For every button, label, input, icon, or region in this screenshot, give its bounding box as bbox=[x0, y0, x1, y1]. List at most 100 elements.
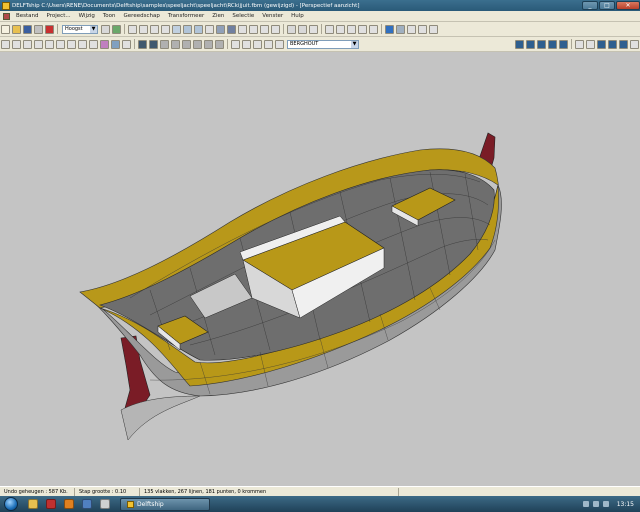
layer-icon[interactable] bbox=[216, 24, 225, 34]
perspective-viewport[interactable] bbox=[0, 52, 640, 486]
shade-icon[interactable] bbox=[385, 24, 394, 34]
normals-icon[interactable] bbox=[100, 39, 109, 49]
layer-delete-icon[interactable] bbox=[253, 39, 262, 49]
boat-view-5-icon[interactable] bbox=[182, 39, 191, 49]
hull-icon[interactable] bbox=[227, 24, 236, 34]
curvature-icon[interactable] bbox=[260, 24, 269, 34]
fit-icon[interactable] bbox=[619, 39, 628, 49]
check-icon[interactable] bbox=[112, 24, 121, 34]
stations-icon[interactable] bbox=[23, 39, 32, 49]
profile-view-icon[interactable] bbox=[336, 24, 345, 34]
clock[interactable]: 13:15 bbox=[617, 501, 634, 508]
menu-selectie[interactable]: Selectie bbox=[228, 13, 258, 19]
volume-icon[interactable] bbox=[602, 501, 609, 507]
media-icon[interactable] bbox=[82, 499, 92, 509]
tray-arrow-icon[interactable] bbox=[582, 501, 589, 507]
menu-project[interactable]: Project... bbox=[43, 13, 75, 19]
view-boat-b-icon[interactable] bbox=[526, 39, 535, 49]
boat-view-6-icon[interactable] bbox=[193, 39, 202, 49]
layer-color-icon[interactable] bbox=[275, 39, 284, 49]
plan-view-icon[interactable] bbox=[347, 24, 356, 34]
collapse-icon[interactable] bbox=[161, 24, 170, 34]
close-button[interactable]: ✕ bbox=[616, 0, 640, 10]
menu-gereedschap[interactable]: Gereedschap bbox=[120, 13, 164, 19]
layer-new-icon[interactable] bbox=[242, 39, 251, 49]
extrude-icon[interactable] bbox=[172, 24, 181, 34]
body-plan-icon[interactable] bbox=[325, 24, 334, 34]
document-icon[interactable] bbox=[3, 12, 10, 20]
view-boat-e-icon[interactable] bbox=[559, 39, 568, 49]
zoom-icon[interactable] bbox=[597, 39, 606, 49]
layer-select[interactable]: BERGHOUT ▼ bbox=[287, 39, 359, 49]
explorer-icon[interactable] bbox=[28, 499, 38, 509]
view-boat-c-icon[interactable] bbox=[537, 39, 546, 49]
move-icon[interactable] bbox=[575, 39, 584, 49]
filter-icon[interactable] bbox=[101, 24, 110, 34]
taskbar-app-delftship[interactable]: Delftship bbox=[120, 497, 210, 511]
boat-view-4-icon[interactable] bbox=[171, 39, 180, 49]
new-icon[interactable] bbox=[1, 24, 10, 34]
boat-view-7-icon[interactable] bbox=[204, 39, 213, 49]
hydrostatics-icon[interactable] bbox=[122, 39, 131, 49]
separator bbox=[134, 39, 135, 49]
menu-zien[interactable]: Zien bbox=[208, 13, 228, 19]
layer-props-icon[interactable] bbox=[264, 39, 273, 49]
curvature-plot-icon[interactable] bbox=[78, 39, 87, 49]
pan-icon[interactable] bbox=[608, 39, 617, 49]
shade-gauss-icon[interactable] bbox=[396, 24, 405, 34]
delete-icon[interactable] bbox=[309, 24, 318, 34]
layer-select-icon[interactable] bbox=[231, 39, 240, 49]
network-icon[interactable] bbox=[592, 501, 599, 507]
start-button[interactable] bbox=[4, 497, 18, 511]
perspective-view-icon[interactable] bbox=[358, 24, 367, 34]
mirror-icon[interactable] bbox=[205, 24, 214, 34]
intersect-icon[interactable] bbox=[238, 24, 247, 34]
import-icon[interactable] bbox=[34, 24, 43, 34]
control-net-icon[interactable] bbox=[1, 39, 10, 49]
check-model-icon[interactable] bbox=[271, 24, 280, 34]
menu-toon[interactable]: Toon bbox=[99, 13, 120, 19]
interior-edges-icon[interactable] bbox=[12, 39, 21, 49]
boat-view-2-icon[interactable] bbox=[149, 39, 158, 49]
menu-hulp[interactable]: Hulp bbox=[287, 13, 308, 19]
boat-view-1-icon[interactable] bbox=[138, 39, 147, 49]
minimize-button[interactable]: _ bbox=[582, 0, 598, 10]
open-icon[interactable] bbox=[12, 24, 21, 34]
view-boat-a-icon[interactable] bbox=[515, 39, 524, 49]
grid-toggle-icon[interactable] bbox=[111, 39, 120, 49]
tool-icon[interactable] bbox=[100, 499, 110, 509]
precision-select[interactable]: Hoogst ▼ bbox=[62, 24, 98, 34]
boat-view-8-icon[interactable] bbox=[215, 39, 224, 49]
menu-wijzig[interactable]: Wijzig bbox=[75, 13, 99, 19]
face-icon[interactable] bbox=[183, 24, 192, 34]
app-icon[interactable] bbox=[2, 1, 10, 10]
render-icon[interactable] bbox=[429, 24, 438, 34]
stop-icon[interactable] bbox=[45, 24, 54, 34]
menu-bestand[interactable]: Bestand bbox=[12, 13, 43, 19]
shade-zebra-icon[interactable] bbox=[407, 24, 416, 34]
add-point-icon[interactable] bbox=[128, 24, 137, 34]
flowlines-icon[interactable] bbox=[67, 39, 76, 49]
undo-icon[interactable] bbox=[287, 24, 296, 34]
add-line-icon[interactable] bbox=[139, 24, 148, 34]
split-edge-icon[interactable] bbox=[150, 24, 159, 34]
print-icon[interactable] bbox=[630, 39, 639, 49]
waterlines-icon[interactable] bbox=[45, 39, 54, 49]
markers-icon[interactable] bbox=[89, 39, 98, 49]
menu-transformeer[interactable]: Transformeer bbox=[164, 13, 208, 19]
maximize-button[interactable]: □ bbox=[599, 0, 615, 10]
menu-venster[interactable]: Venster bbox=[258, 13, 287, 19]
insert-plane-icon[interactable] bbox=[194, 24, 203, 34]
tile-windows-icon[interactable] bbox=[369, 24, 378, 34]
pdf-icon[interactable] bbox=[46, 499, 56, 509]
save-icon[interactable] bbox=[23, 24, 32, 34]
buttocks-icon[interactable] bbox=[34, 39, 43, 49]
boat-view-3-icon[interactable] bbox=[160, 39, 169, 49]
view-boat-d-icon[interactable] bbox=[548, 39, 557, 49]
shade-developable-icon[interactable] bbox=[418, 24, 427, 34]
redo-icon[interactable] bbox=[298, 24, 307, 34]
diagonals-icon[interactable] bbox=[56, 39, 65, 49]
grid-icon[interactable] bbox=[249, 24, 258, 34]
rotate-icon[interactable] bbox=[586, 39, 595, 49]
browser-icon[interactable] bbox=[64, 499, 74, 509]
